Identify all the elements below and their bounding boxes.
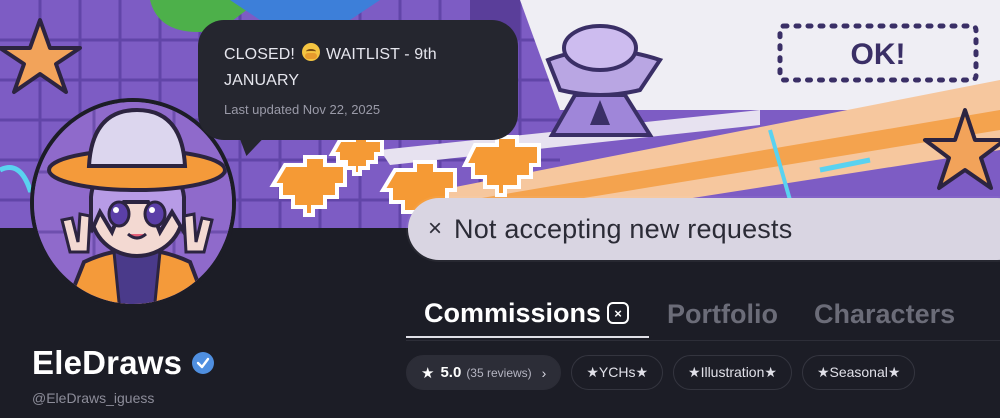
tab-characters-label: Characters xyxy=(814,298,956,329)
verified-badge-icon xyxy=(192,352,215,374)
chevron-right-icon: › xyxy=(541,364,547,381)
tab-characters[interactable]: Characters xyxy=(796,290,973,338)
hugging-face-emoji-icon xyxy=(301,43,320,61)
tag-chip-seasonal[interactable]: ★Seasonal★ xyxy=(801,355,916,390)
commission-status-tooltip: CLOSED! WAITLIST - 9th JANUARY Last upda… xyxy=(198,20,518,140)
star-icon: ★ xyxy=(421,364,435,382)
tab-commissions-label: Commissions xyxy=(424,297,602,328)
request-status-text: Not accepting new requests xyxy=(454,213,793,244)
profile-tabs: Commissions × Portfolio Characters xyxy=(406,290,973,342)
tag-chip-illustration[interactable]: ★Illustration★ xyxy=(673,355,792,390)
request-status-pill: × Not accepting new requests xyxy=(408,198,1000,260)
tag-chip-ychs[interactable]: ★YCHs★ xyxy=(571,355,664,390)
x-icon: × xyxy=(428,215,443,242)
profile-chips: ★ 5.0 (35 reviews) › ★YCHs★ ★Illustratio… xyxy=(406,355,916,390)
rating-chip[interactable]: ★ 5.0 (35 reviews) › xyxy=(406,355,562,390)
closed-x-icon: × xyxy=(607,302,630,324)
display-name: EleDraws xyxy=(32,344,183,381)
status-last-updated: Last updated Nov 22, 2025 xyxy=(224,102,381,117)
tab-portfolio-label: Portfolio xyxy=(667,298,779,329)
tab-commissions[interactable]: Commissions × xyxy=(406,290,650,338)
user-handle: @EleDraws_iguess xyxy=(32,390,155,406)
profile-name-row: EleDraws xyxy=(32,344,215,382)
status-message: CLOSED! WAITLIST - 9th JANUARY xyxy=(224,42,494,94)
checkmark-icon xyxy=(196,357,210,369)
tabs-divider xyxy=(406,340,1000,341)
review-count: (35 reviews) xyxy=(466,365,532,380)
rating-value: 5.0 xyxy=(440,364,462,381)
ok-sign-text: OK! xyxy=(851,38,906,71)
status-closed-text: CLOSED! xyxy=(224,46,295,63)
tab-portfolio[interactable]: Portfolio xyxy=(649,290,796,338)
